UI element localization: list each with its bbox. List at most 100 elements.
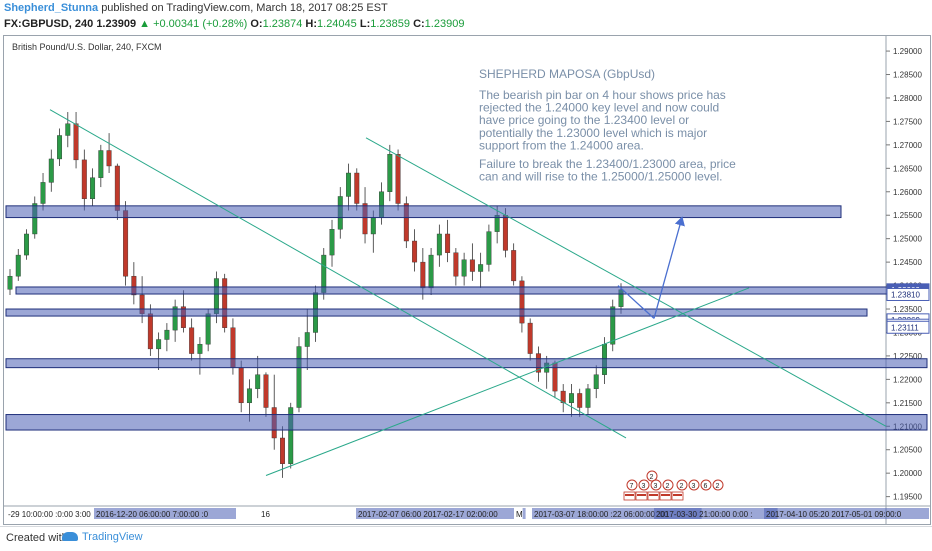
ohlc-line: FX:GBPUSD, 240 1.23909 ▲ +0.00341 (+0.28… bbox=[4, 18, 464, 30]
candle-body bbox=[461, 259, 467, 277]
close-value: 1.23909 bbox=[424, 18, 465, 30]
y-tick-label: 1.19500 bbox=[893, 493, 922, 502]
x-tick-label: 2017-03-07 18:00:00 :22 06:00:00 :00 bbox=[534, 510, 669, 519]
event-marker-label: 3 bbox=[654, 483, 658, 490]
x-tick-label: 2017-04-10 05:20 2017-05-01 09:00:0 bbox=[766, 510, 902, 519]
candle-body bbox=[395, 154, 401, 204]
x-tick-label: 2017-03-30 21:00:00 0:00 : bbox=[656, 510, 753, 519]
price-chart[interactable]: 1.195001.200001.205001.210001.215001.220… bbox=[4, 36, 930, 524]
candle-body bbox=[7, 275, 13, 290]
candle-body bbox=[90, 177, 96, 200]
tradingview-logo[interactable]: TradingView bbox=[62, 531, 143, 543]
y-tick-label: 1.24500 bbox=[893, 258, 922, 267]
y-tick-label: 1.26500 bbox=[893, 164, 922, 173]
candle-body bbox=[48, 158, 54, 183]
y-tick-label: 1.28500 bbox=[893, 71, 922, 80]
x-tick-label: M bbox=[516, 510, 523, 519]
zone-3-2340 bbox=[5, 308, 868, 317]
y-tick-label: 1.25500 bbox=[893, 211, 922, 220]
y-tick-label: 1.28000 bbox=[893, 94, 922, 103]
zone-1-2555 bbox=[5, 205, 842, 219]
candle-body bbox=[370, 217, 376, 235]
candle-body bbox=[428, 254, 434, 289]
candle-body bbox=[255, 374, 261, 389]
candle-body bbox=[354, 172, 360, 204]
y-tick-label: 1.21500 bbox=[893, 399, 922, 408]
event-marker-label: 3 bbox=[642, 483, 646, 490]
y-tick-label: 1.29000 bbox=[893, 47, 922, 56]
candle-body bbox=[412, 240, 418, 263]
event-marker-label: 2 bbox=[680, 483, 684, 490]
y-tick-label: 1.25000 bbox=[893, 235, 922, 244]
y-tick-label: 1.22000 bbox=[893, 375, 922, 384]
candle-body bbox=[15, 254, 21, 277]
candle-body bbox=[65, 123, 71, 136]
annotation-body2-line: can and will rise to the 1.25000/1.25000… bbox=[479, 170, 723, 184]
low-value: 1.23859 bbox=[370, 18, 410, 30]
candle-body bbox=[246, 388, 252, 404]
candle-body bbox=[238, 367, 244, 404]
author-link[interactable]: Shepherd_Stunna bbox=[4, 2, 98, 14]
candle-body bbox=[73, 123, 79, 161]
created-with-label: Created with bbox=[6, 532, 68, 544]
candle-body bbox=[98, 150, 104, 178]
event-marker-label: 2 bbox=[666, 483, 670, 490]
candle-body bbox=[304, 332, 310, 347]
event-marker-label: 3 bbox=[692, 483, 696, 490]
candle-body bbox=[527, 322, 533, 354]
candle-body bbox=[205, 313, 211, 345]
y-tick-label: 1.27500 bbox=[893, 117, 922, 126]
candle-body bbox=[469, 259, 475, 272]
x-tick-label: -29 10:00:00 :0:00 3:00 bbox=[8, 510, 91, 519]
price-tag-label: 1.23111 bbox=[891, 323, 919, 332]
high-label: H: bbox=[305, 18, 318, 30]
candle-body bbox=[436, 233, 442, 256]
candle-body bbox=[577, 393, 583, 408]
candle-body bbox=[280, 437, 285, 464]
candle-body bbox=[156, 339, 162, 350]
flag-icon-stripe bbox=[673, 494, 682, 496]
symbol-label: FX:GBPUSD, 240 bbox=[4, 18, 94, 30]
candle-body bbox=[453, 252, 459, 277]
open-value: 1.23874 bbox=[262, 18, 303, 30]
zone-2-2390 bbox=[15, 286, 928, 295]
close-label: C: bbox=[413, 18, 425, 30]
candle-body bbox=[222, 278, 228, 328]
candle-body bbox=[445, 233, 451, 253]
low-label: L: bbox=[359, 18, 371, 30]
candle-body bbox=[478, 264, 484, 272]
publish-info: published on TradingView.com, March 18, … bbox=[101, 2, 388, 14]
x-tick-label: 2016-12-20 06:00:00 7:00:00 :0 bbox=[96, 510, 209, 519]
footer-bar: Created with TradingView bbox=[0, 526, 932, 551]
candle-body bbox=[147, 313, 153, 350]
candle-body bbox=[593, 374, 599, 389]
projection-arrow-up bbox=[653, 216, 685, 319]
candle-body bbox=[189, 327, 195, 354]
candle-body bbox=[57, 135, 63, 160]
candle-body bbox=[420, 261, 426, 289]
candle-body bbox=[106, 150, 112, 167]
candle-body bbox=[123, 210, 129, 277]
header-bar: Shepherd_Stunna published on TradingView… bbox=[0, 0, 932, 36]
price-tag-label: 1.23810 bbox=[891, 290, 920, 299]
flag-icon-stripe bbox=[637, 494, 646, 496]
candle-body bbox=[346, 172, 351, 197]
zone-5-2115 bbox=[5, 414, 928, 431]
x-tick-label: 2017-02-07 06:00 2017-02-17 02:00:00 bbox=[358, 510, 498, 519]
chart-title: British Pound/U.S. Dollar, 240, FXCM bbox=[12, 42, 162, 52]
candle-body bbox=[511, 250, 517, 282]
y-tick-label: 1.27000 bbox=[893, 141, 922, 150]
chart-area[interactable]: 1.195001.200001.205001.210001.215001.220… bbox=[3, 35, 931, 525]
y-tick-label: 1.23500 bbox=[893, 305, 922, 314]
cloud-icon bbox=[62, 532, 78, 541]
price-change: ▲ +0.00341 (+0.28%) bbox=[139, 18, 248, 30]
x-tick-label: 16 bbox=[261, 510, 270, 519]
high-value: 1.24045 bbox=[317, 18, 357, 30]
flag-icon-stripe bbox=[649, 494, 658, 496]
event-marker-label: 2 bbox=[716, 483, 720, 490]
event-marker-label: 7 bbox=[630, 483, 634, 490]
publish-line: Shepherd_Stunna published on TradingView… bbox=[4, 2, 388, 14]
candle-body bbox=[114, 165, 120, 211]
candle-body bbox=[502, 215, 508, 251]
candle-body bbox=[387, 154, 393, 192]
